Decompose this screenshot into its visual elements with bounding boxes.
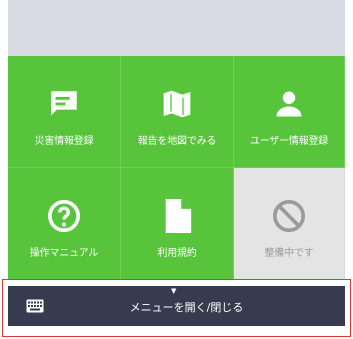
tile-map-view[interactable]: 報告を地図でみる xyxy=(121,56,234,168)
tile-terms[interactable]: 利用規約 xyxy=(121,168,234,280)
tile-disaster-report[interactable]: 災害情報登録 xyxy=(8,56,121,168)
tile-under-maintenance: 整備中です xyxy=(234,168,345,280)
person-icon xyxy=(274,86,304,122)
tile-label: 報告を地図でみる xyxy=(137,136,217,147)
help-icon xyxy=(47,198,81,234)
top-band xyxy=(8,0,345,56)
chat-icon xyxy=(47,86,81,122)
tile-label: 災害情報登録 xyxy=(34,136,94,147)
tile-label: 利用規約 xyxy=(157,248,197,259)
tile-user-info[interactable]: ユーザー情報登録 xyxy=(234,56,345,168)
menu-toggle-bar[interactable]: ▼ メニューを開く/閉じる xyxy=(8,286,345,326)
map-icon xyxy=(161,86,193,122)
caret-down-icon: ▼ xyxy=(171,287,177,295)
menu-grid: 災害情報登録 報告を地図でみる ユーザー情報登録 操作マニュアル 利用規約 整備… xyxy=(8,56,345,280)
prohibited-icon xyxy=(272,198,306,234)
menu-toggle-label: メニューを開く/閉じる xyxy=(129,301,244,314)
tile-manual[interactable]: 操作マニュアル xyxy=(8,168,121,280)
tile-label: ユーザー情報登録 xyxy=(249,136,329,147)
tile-label: 整備中です xyxy=(264,248,314,259)
tile-label: 操作マニュアル xyxy=(29,248,99,259)
document-icon xyxy=(162,198,192,234)
